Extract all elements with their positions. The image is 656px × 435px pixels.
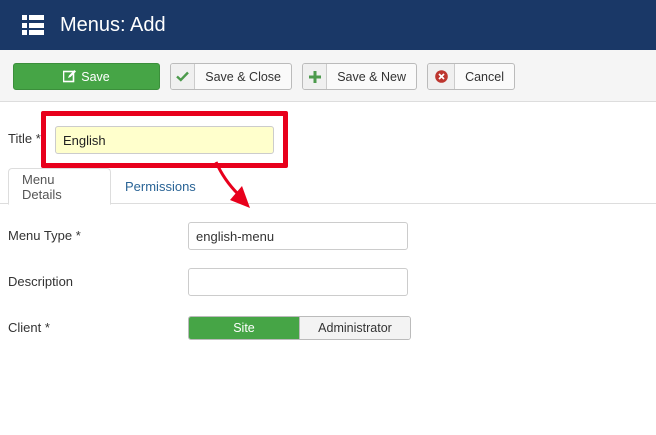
save-new-button[interactable]: Save & New <box>302 63 417 90</box>
tab-bar: Menu Details Permissions <box>0 168 656 205</box>
plus-icon <box>303 64 328 89</box>
annotation-arrow-icon <box>214 161 250 208</box>
description-label: Description <box>8 274 74 289</box>
save-new-button-label: Save & New <box>337 69 406 84</box>
description-input[interactable] <box>188 268 408 296</box>
page-title: Menus: Add <box>60 13 166 36</box>
cancel-button[interactable]: Cancel <box>427 63 515 90</box>
save-button[interactable]: Save <box>13 63 160 90</box>
client-label: Client * <box>8 320 50 335</box>
page-header: Menus: Add <box>0 0 656 50</box>
save-close-button-label: Save & Close <box>205 69 281 84</box>
list-menu-icon <box>22 15 44 35</box>
client-option-administrator[interactable]: Administrator <box>299 317 410 339</box>
save-close-button[interactable]: Save & Close <box>170 63 292 90</box>
save-button-label: Save <box>81 69 110 84</box>
edit-icon <box>63 70 77 83</box>
client-option-site[interactable]: Site <box>189 317 299 339</box>
toolbar: Save Save & Close Save & New Cancel <box>0 50 656 102</box>
cancel-circle-icon <box>428 64 456 89</box>
tab-menu-details[interactable]: Menu Details <box>8 168 111 205</box>
client-toggle: Site Administrator <box>188 316 411 340</box>
title-label: Title * <box>8 131 41 146</box>
menu-type-input[interactable] <box>188 222 408 250</box>
tab-permissions[interactable]: Permissions <box>112 168 209 204</box>
cancel-button-label: Cancel <box>465 69 504 84</box>
menu-type-label: Menu Type * <box>8 228 81 243</box>
check-icon <box>171 64 196 89</box>
